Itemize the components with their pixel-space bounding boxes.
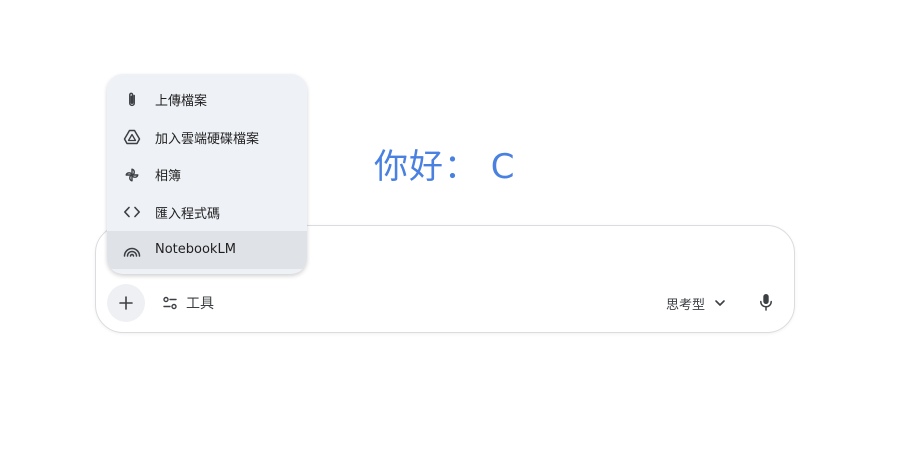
notebooklm-icon — [123, 241, 141, 259]
greeting-text: 你好： C — [374, 147, 516, 187]
menu-item-import-code[interactable]: 匯入程式碼 — [107, 194, 307, 232]
gemini-home: 你好： C 工具 思考型 上傳檔案 加入雲端硬碟檔案 相簿 匯入程式碼 Note… — [0, 0, 900, 458]
google-drive-icon — [123, 128, 141, 146]
menu-item-upload-file[interactable]: 上傳檔案 — [107, 81, 307, 119]
plus-icon — [119, 296, 133, 310]
photos-pinwheel-icon — [123, 166, 141, 184]
code-icon — [123, 203, 141, 221]
model-mode-selector[interactable]: 思考型 — [660, 286, 733, 320]
tools-label: 工具 — [186, 296, 214, 312]
menu-item-label: 相簿 — [155, 169, 182, 185]
menu-item-label: 加入雲端硬碟檔案 — [155, 131, 260, 147]
paperclip-icon — [123, 91, 141, 109]
chevron-down-icon — [715, 300, 725, 306]
menu-item-label: 上傳檔案 — [155, 94, 208, 110]
menu-item-photos[interactable]: 相簿 — [107, 156, 307, 194]
menu-item-notebooklm[interactable]: NotebookLM — [107, 231, 307, 269]
mode-label: 思考型 — [666, 297, 706, 313]
menu-item-add-drive-file[interactable]: 加入雲端硬碟檔案 — [107, 119, 307, 157]
microphone-button[interactable] — [750, 286, 782, 318]
menu-item-label: NotebookLM — [155, 242, 236, 258]
attachment-menu: 上傳檔案 加入雲端硬碟檔案 相簿 匯入程式碼 NotebookLM — [107, 74, 307, 274]
tools-button[interactable]: 工具 — [156, 286, 220, 320]
add-attachment-button[interactable] — [107, 284, 145, 322]
microphone-icon — [760, 294, 772, 311]
sliders-icon — [163, 296, 177, 310]
menu-item-label: 匯入程式碼 — [155, 206, 221, 222]
